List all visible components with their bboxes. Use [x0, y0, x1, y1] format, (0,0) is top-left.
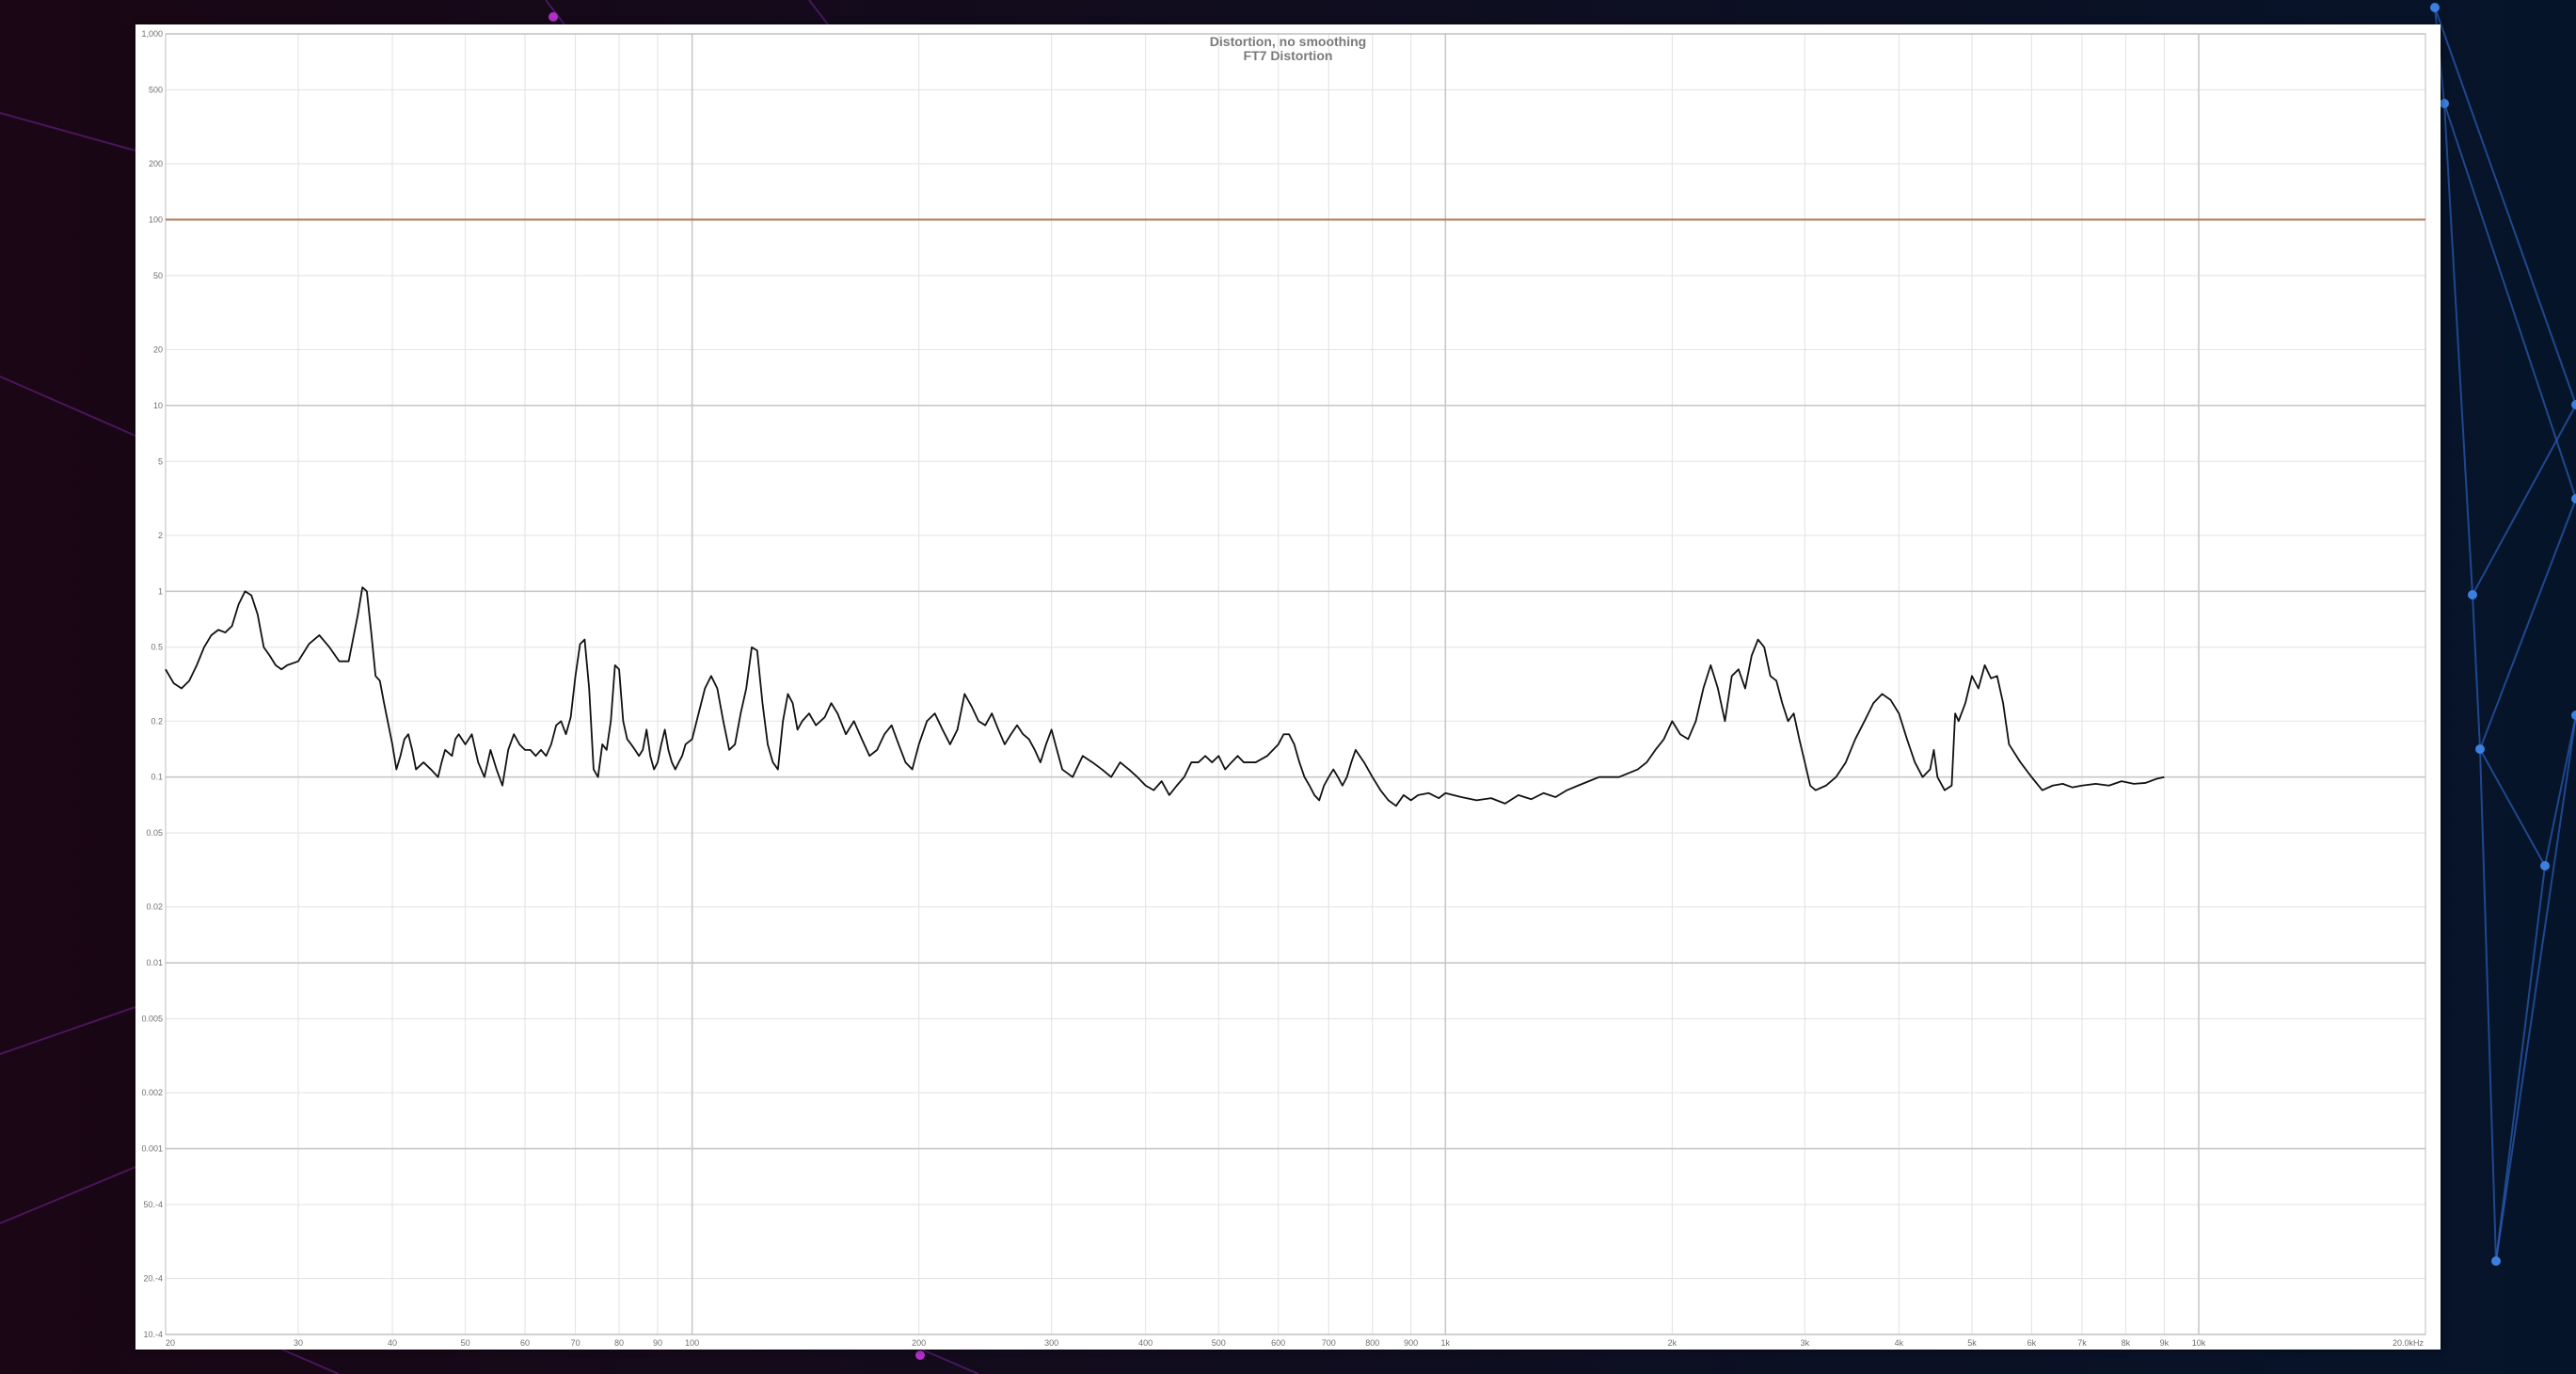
x-tick-label: 900 — [1404, 1338, 1418, 1348]
x-tick-label: 50 — [461, 1338, 470, 1348]
y-tick-label: 100 — [149, 215, 163, 224]
y-tick-label: 0.002 — [141, 1088, 163, 1097]
x-tick-label: 1k — [1441, 1338, 1451, 1348]
y-tick-label: 0.01 — [146, 958, 163, 967]
y-tick-label: 50 — [153, 271, 163, 280]
x-tick-label: 6k — [2027, 1338, 2037, 1348]
y-tick-label: 2 — [158, 531, 163, 540]
x-tick-label: 2k — [1668, 1338, 1678, 1348]
x-tick-label: 200 — [912, 1338, 926, 1348]
y-tick-label: 10.-4 — [143, 1330, 163, 1339]
x-tick-label: 700 — [1322, 1338, 1336, 1348]
chart-title: Distortion, no smoothing — [1210, 34, 1366, 49]
y-tick-label: 200 — [149, 159, 163, 168]
network-node — [2440, 99, 2449, 108]
y-tick-label: 0.005 — [141, 1015, 163, 1024]
network-node — [2540, 861, 2550, 871]
y-tick-label: 0.001 — [141, 1144, 163, 1154]
y-tick-label: 0.1 — [151, 773, 163, 782]
x-tick-label: 70 — [571, 1338, 580, 1348]
y-tick-label: 20.-4 — [143, 1274, 163, 1284]
network-node — [549, 12, 558, 22]
network-node — [2475, 744, 2485, 754]
network-node — [2430, 3, 2440, 12]
y-tick-label: 50.-4 — [143, 1200, 163, 1209]
x-tick-label: 20.0kHz — [2393, 1338, 2425, 1348]
x-tick-label: 90 — [653, 1338, 662, 1348]
y-tick-label: 500 — [149, 85, 163, 94]
x-tick-label: 5k — [1967, 1338, 1977, 1348]
x-tick-label: 20 — [166, 1338, 175, 1348]
y-tick-label: 0.2 — [151, 716, 163, 726]
x-tick-label: 30 — [294, 1338, 303, 1348]
distortion-chart-window: 1,000 500 200 100 50 20 10 5 2 1 0.5 0.2 0.1 0.05 0.02… — [135, 24, 2441, 1350]
network-node — [2491, 1256, 2501, 1266]
y-tick-label: 10 — [153, 401, 163, 410]
chart-background — [135, 24, 2441, 1350]
distortion-chart: 1,000 500 200 100 50 20 10 5 2 1 0.5 0.2 0.1 0.05 0.02… — [135, 24, 2441, 1350]
x-tick-label: 60 — [520, 1338, 530, 1348]
network-node — [915, 1350, 925, 1360]
x-tick-label: 300 — [1044, 1338, 1058, 1348]
x-tick-label: 500 — [1212, 1338, 1226, 1348]
y-tick-label: 0.5 — [151, 643, 163, 652]
network-node — [2468, 590, 2477, 599]
x-tick-label: 40 — [388, 1338, 397, 1348]
x-tick-label: 3k — [1801, 1338, 1810, 1348]
y-tick-label: 1,000 — [141, 29, 163, 39]
y-tick-label: 1 — [158, 586, 163, 596]
y-tick-label: 0.05 — [146, 828, 163, 838]
y-tick-label: 5 — [158, 456, 163, 466]
x-tick-label: 80 — [614, 1338, 624, 1348]
x-tick-label: 600 — [1271, 1338, 1285, 1348]
x-tick-label: 8k — [2122, 1338, 2131, 1348]
x-tick-label: 7k — [2077, 1338, 2087, 1348]
x-tick-label: 800 — [1365, 1338, 1379, 1348]
desktop-stage: 1,000 500 200 100 50 20 10 5 2 1 0.5 0.2 0.1 0.05 0.02… — [0, 0, 2576, 1374]
x-tick-label: 4k — [1895, 1338, 1904, 1348]
y-tick-label: 20 — [153, 344, 163, 354]
x-tick-label: 10k — [2192, 1338, 2206, 1348]
x-tick-label: 400 — [1138, 1338, 1153, 1348]
y-tick-label: 0.02 — [146, 903, 163, 912]
chart-subtitle: FT7 Distortion — [1244, 48, 1333, 63]
x-tick-label: 100 — [685, 1338, 699, 1348]
x-tick-label: 9k — [2160, 1338, 2170, 1348]
